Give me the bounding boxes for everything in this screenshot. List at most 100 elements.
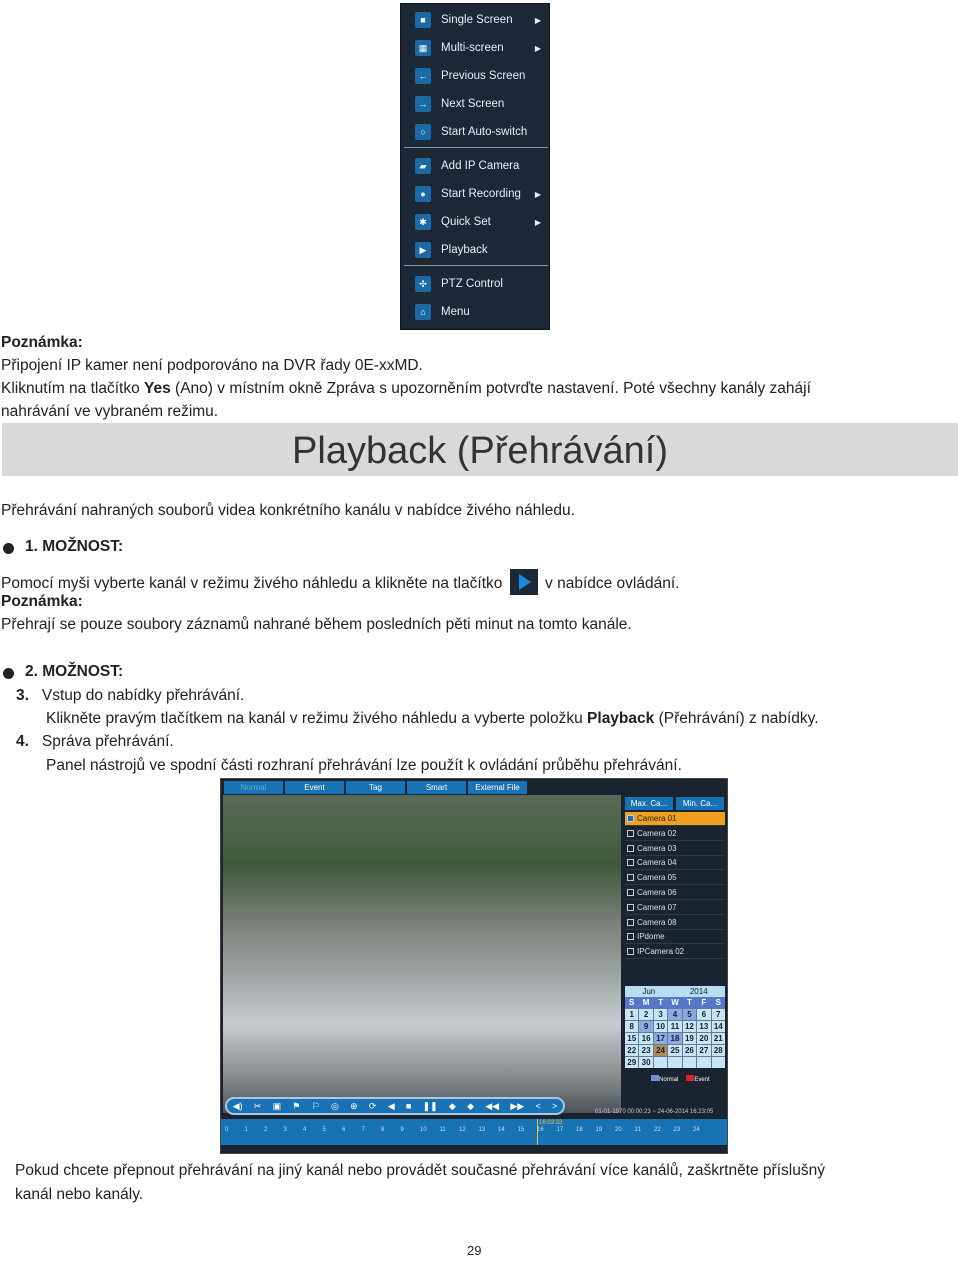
calendar-day[interactable]: 26 bbox=[682, 1045, 697, 1056]
menu-item-multi-screen[interactable]: ▦ Multi-screen ▶ bbox=[401, 34, 549, 62]
menu-item-start-auto-switch[interactable]: ○ Start Auto-switch bbox=[401, 118, 549, 146]
forward-icon[interactable]: ▶▶ bbox=[510, 1101, 524, 1112]
note-heading: Poznámka: bbox=[1, 334, 83, 351]
checkbox[interactable] bbox=[627, 933, 634, 941]
calendar-day[interactable]: 9 bbox=[639, 1021, 653, 1032]
checkbox[interactable] bbox=[627, 874, 634, 882]
hour-tick: 12 bbox=[459, 1127, 466, 1133]
camera-checkbox-item[interactable]: Camera 06 bbox=[625, 886, 725, 900]
rewind-icon[interactable]: ◀ bbox=[388, 1101, 395, 1112]
calendar-day[interactable]: 22 bbox=[625, 1045, 639, 1056]
calendar-day[interactable]: 17 bbox=[653, 1033, 668, 1044]
save-icon[interactable]: ▣ bbox=[273, 1101, 282, 1112]
menu-item-ptz-control[interactable]: ✣ PTZ Control bbox=[401, 270, 549, 298]
grid-icon: ▦ bbox=[415, 40, 431, 56]
checkbox[interactable] bbox=[627, 844, 634, 852]
camera-checkbox-item[interactable]: Camera 02 bbox=[625, 827, 725, 841]
calendar-empty bbox=[653, 1057, 668, 1068]
calendar-day[interactable]: 20 bbox=[697, 1033, 711, 1044]
tab-tag[interactable]: Tag bbox=[346, 781, 405, 794]
backward-icon[interactable]: ◀◀ bbox=[485, 1101, 499, 1112]
calendar-day[interactable]: 11 bbox=[668, 1021, 682, 1032]
max-camera-button[interactable]: Max. Ca... bbox=[625, 797, 673, 810]
zoom-icon[interactable]: ⊕ bbox=[350, 1101, 358, 1112]
calendar-day[interactable]: 29 bbox=[625, 1057, 639, 1068]
calendar-day[interactable]: 24 bbox=[653, 1045, 668, 1056]
calendar-day[interactable]: 19 bbox=[682, 1033, 697, 1044]
menu-item-previous-screen[interactable]: ← Previous Screen bbox=[401, 62, 549, 90]
calendar-day[interactable]: 25 bbox=[668, 1045, 682, 1056]
calendar-day[interactable]: 7 bbox=[711, 1009, 725, 1020]
calendar-day[interactable]: 23 bbox=[639, 1045, 653, 1056]
playback-screenshot: Max. Ca... Min. Ca... Camera 01 Camera 02 Ca… bbox=[220, 778, 728, 1154]
calendar-day[interactable]: 18 bbox=[668, 1033, 682, 1044]
prev-icon[interactable]: < bbox=[535, 1101, 540, 1111]
next-icon[interactable]: > bbox=[552, 1101, 557, 1111]
camera-checkbox-item[interactable]: IPCamera 02 bbox=[625, 945, 725, 960]
camera-checkbox-item[interactable]: Camera 08 bbox=[625, 916, 725, 930]
calendar-day[interactable]: 10 bbox=[653, 1021, 668, 1032]
slow-icon[interactable]: ◆ bbox=[449, 1101, 456, 1112]
bullet bbox=[3, 668, 14, 679]
camera-checkbox-item[interactable]: Camera 04 bbox=[625, 856, 725, 871]
menu-item-label: Playback bbox=[441, 244, 488, 256]
calendar-day[interactable]: 27 bbox=[697, 1045, 711, 1056]
camera-checkbox-item[interactable]: Camera 05 bbox=[625, 871, 725, 886]
fast-icon[interactable]: ◆ bbox=[467, 1101, 474, 1112]
tab-external-file[interactable]: External File bbox=[468, 781, 527, 794]
camera-checkbox-item[interactable]: Camera 07 bbox=[625, 901, 725, 915]
clip-icon[interactable]: ✂ bbox=[254, 1101, 262, 1112]
rotate-icon[interactable]: ⟳ bbox=[369, 1101, 377, 1112]
menu-item-add-ip-camera[interactable]: ▰ Add IP Camera bbox=[401, 152, 549, 180]
calendar-day[interactable]: 21 bbox=[711, 1033, 725, 1044]
hour-tick: 14 bbox=[498, 1127, 505, 1133]
menu-item-playback[interactable]: ▶ Playback bbox=[401, 236, 549, 264]
calendar-day[interactable]: 4 bbox=[668, 1009, 682, 1020]
menu-item-menu[interactable]: ⌂ Menu bbox=[401, 298, 549, 326]
calendar-day[interactable]: 3 bbox=[653, 1009, 668, 1020]
weekday-label: T bbox=[682, 997, 697, 1008]
calendar-day[interactable]: 30 bbox=[639, 1057, 653, 1068]
weekday-label: F bbox=[697, 997, 711, 1008]
calendar-day[interactable]: 6 bbox=[697, 1009, 711, 1020]
context-menu: ■ Single Screen ▶ ▦ Multi-screen ▶ ← Previous S… bbox=[400, 3, 550, 330]
tab-smart[interactable]: Smart bbox=[407, 781, 466, 794]
calendar-day[interactable]: 14 bbox=[711, 1021, 725, 1032]
calendar-day[interactable]: 28 bbox=[711, 1045, 725, 1056]
menu-item-single-screen[interactable]: ■ Single Screen ▶ bbox=[401, 6, 549, 34]
tag-edit-icon[interactable]: ⚐ bbox=[312, 1101, 320, 1112]
calendar-day[interactable]: 13 bbox=[697, 1021, 711, 1032]
checkbox[interactable] bbox=[627, 859, 634, 867]
pause-icon[interactable]: ❚❚ bbox=[423, 1101, 438, 1112]
timeline[interactable]: 16:03:33 0 1 2 3 4 5 6 7 8 9 10 11 12 13 14 15 16 17 18 19 2… bbox=[221, 1119, 727, 1145]
tab-normal[interactable]: Normal bbox=[224, 781, 283, 794]
camera-checkbox-item[interactable]: IPdome bbox=[625, 930, 725, 945]
checkbox[interactable] bbox=[627, 948, 634, 956]
menu-item-label: Single Screen bbox=[441, 14, 513, 26]
footer-text: kanál nebo kanály. bbox=[15, 1186, 144, 1203]
checkbox[interactable] bbox=[627, 815, 634, 822]
checkbox[interactable] bbox=[627, 829, 634, 837]
calendar-day[interactable]: 12 bbox=[682, 1021, 697, 1032]
checkbox[interactable] bbox=[627, 903, 634, 911]
calendar-day[interactable]: 16 bbox=[639, 1033, 653, 1044]
checkbox[interactable] bbox=[627, 889, 634, 896]
page-number: 29 bbox=[467, 1243, 482, 1258]
calendar-day[interactable]: 2 bbox=[639, 1009, 653, 1020]
checkbox[interactable] bbox=[627, 918, 634, 926]
stop-icon[interactable]: ■ bbox=[406, 1101, 411, 1111]
calendar-day[interactable]: 15 bbox=[625, 1033, 639, 1044]
min-camera-button[interactable]: Min. Ca... bbox=[676, 797, 724, 810]
sound-icon[interactable]: ◀) bbox=[233, 1101, 243, 1112]
snapshot-icon[interactable]: ◎ bbox=[331, 1101, 339, 1112]
menu-item-next-screen[interactable]: → Next Screen bbox=[401, 90, 549, 118]
calendar-day[interactable]: 8 bbox=[625, 1021, 639, 1032]
menu-item-start-recording[interactable]: ● Start Recording ▶ bbox=[401, 180, 549, 208]
tab-event[interactable]: Event bbox=[285, 781, 344, 794]
camera-checkbox-item[interactable]: Camera 03 bbox=[625, 842, 725, 856]
menu-item-quick-set[interactable]: ✱ Quick Set ▶ bbox=[401, 208, 549, 236]
calendar-day[interactable]: 5 bbox=[682, 1009, 697, 1020]
camera-checkbox-item[interactable]: Camera 01 bbox=[625, 812, 725, 826]
tag-icon[interactable]: ⚑ bbox=[292, 1101, 300, 1112]
calendar-day[interactable]: 1 bbox=[625, 1009, 639, 1020]
